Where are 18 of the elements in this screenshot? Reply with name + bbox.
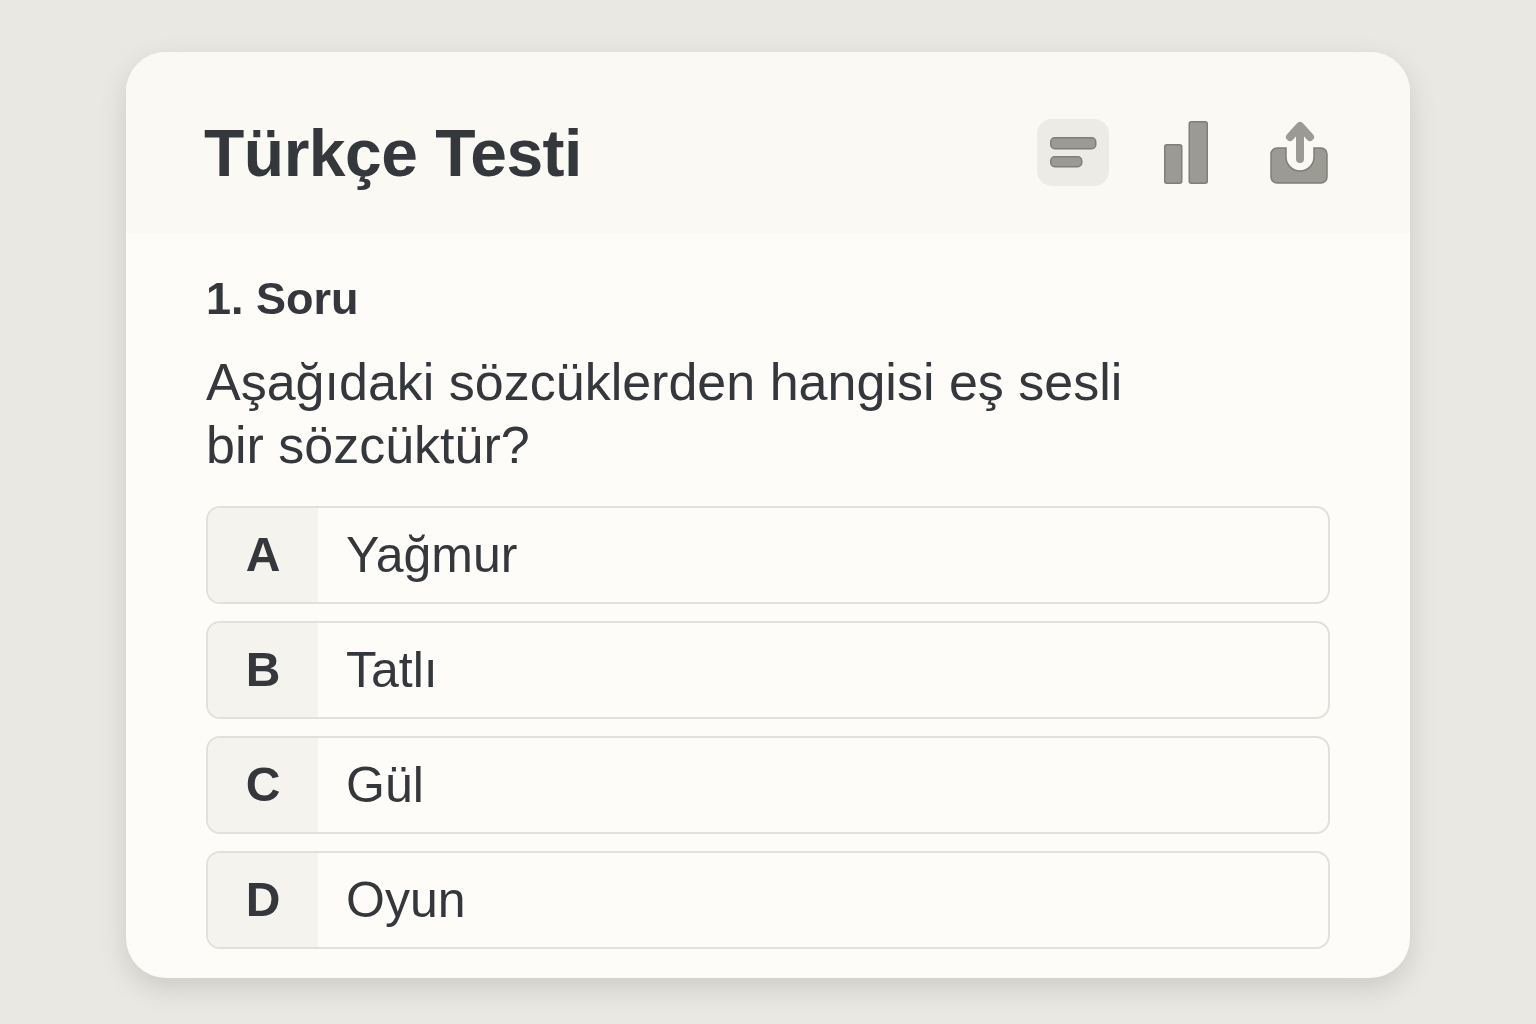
option-text: Tatlı bbox=[345, 640, 438, 700]
answer-option[interactable]: A Yağmur bbox=[206, 506, 1330, 604]
option-text: Yağmur bbox=[345, 525, 518, 585]
answer-option[interactable]: B Tatlı bbox=[206, 621, 1330, 719]
bar-chart-icon bbox=[1164, 121, 1208, 184]
answer-option[interactable]: C Gül bbox=[206, 736, 1330, 834]
option-text: Oyun bbox=[345, 870, 466, 930]
question-text: Aşağıdaki sözcüklerden hangisi eş sesli bir sözcüktür? bbox=[206, 352, 1124, 476]
option-letter: C bbox=[208, 738, 318, 832]
share-icon bbox=[1270, 121, 1328, 184]
option-letter: B bbox=[208, 623, 318, 717]
answer-option[interactable]: D Oyun bbox=[206, 851, 1330, 949]
question-number: 1. Soru bbox=[206, 273, 360, 325]
option-text: Gül bbox=[345, 755, 424, 815]
option-letter: D bbox=[208, 853, 318, 947]
toolbar-button[interactable] bbox=[1037, 119, 1109, 186]
lines-icon bbox=[1049, 137, 1097, 168]
option-letter: A bbox=[208, 508, 318, 602]
